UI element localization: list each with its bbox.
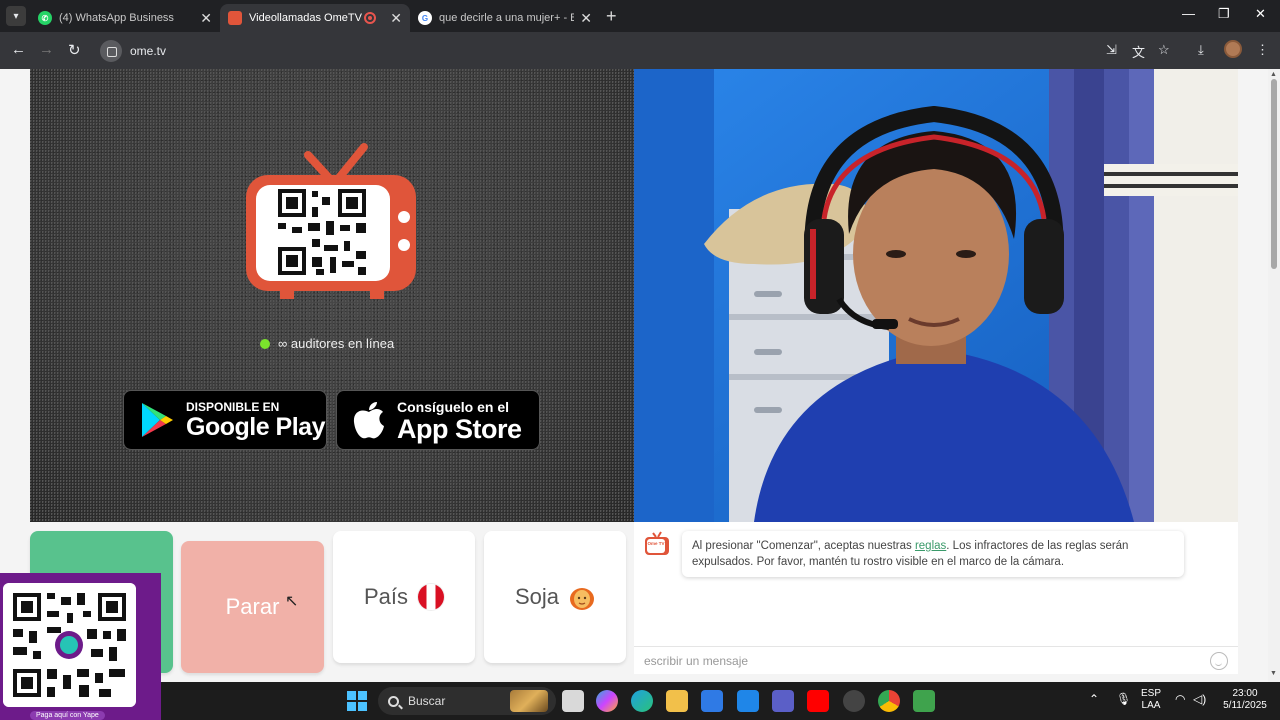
yape-qr-overlay: Paga aquí con Yape <box>0 573 161 720</box>
install-app-icon[interactable]: ⇲ <box>1106 42 1117 58</box>
scroll-thumb[interactable] <box>1271 79 1277 269</box>
google-play-big-text: Google Play <box>186 413 325 441</box>
self-camera-video <box>634 69 1238 522</box>
message-text-start: Al presionar "Comenzar", aceptas nuestra… <box>692 540 912 552</box>
system-message: Al presionar "Comenzar", aceptas nuestra… <box>682 531 1184 577</box>
google-play-icon <box>142 403 173 437</box>
scroll-down-icon[interactable]: ▼ <box>1270 670 1277 677</box>
stop-button[interactable]: Parar ↖ <box>181 541 324 673</box>
copilot-icon[interactable] <box>596 690 618 712</box>
clock-date: 5/11/2025 <box>1223 700 1267 711</box>
woman-emoji-icon <box>570 588 595 610</box>
emoji-picker-icon[interactable] <box>1210 652 1228 670</box>
ometv-chat-logo-icon: Ome TV <box>645 531 669 555</box>
download-icon[interactable]: ⤓ <box>1198 42 1204 58</box>
webcam-image <box>634 69 1238 522</box>
recording-icon <box>364 12 377 24</box>
chat-panel: Ome TV Al presionar "Comenzar", aceptas … <box>634 522 1238 674</box>
microphone-icon[interactable]: 🎙 <box>1116 693 1131 705</box>
ometv-tv-logo <box>246 143 416 299</box>
windows-taskbar: Buscar ⌃ 🎙 ESP LAA ◠ ◁) 23:00 5/11/2025 <box>161 682 1280 720</box>
forward-arrow-icon[interactable]: → <box>39 41 54 58</box>
translate-icon[interactable]: 文 <box>1132 42 1145 61</box>
chat-input-placeholder: escribir un mensaje <box>644 653 749 668</box>
tab-list-button[interactable]: ▾ <box>6 6 26 26</box>
store-icon[interactable] <box>701 690 723 712</box>
volume-icon[interactable]: ◁) <box>1193 693 1206 705</box>
minimize-icon[interactable]: — <box>1182 6 1195 21</box>
clock-time: 23:00 <box>1232 688 1258 699</box>
address-bar: ← → ↻ ome.tv ⇲ 文 ☆ ⤓ ⋮ <box>0 32 1280 69</box>
teams-icon[interactable] <box>772 690 794 712</box>
minecraft-icon[interactable] <box>913 690 935 712</box>
online-text: ∞ auditores en línea <box>278 336 395 351</box>
tab-whatsapp[interactable]: ✆ (4) WhatsApp Business ✕ <box>30 4 220 32</box>
stop-label: Parar <box>225 594 280 619</box>
ometv-icon <box>228 11 242 25</box>
close-window-icon[interactable]: ✕ <box>1255 6 1266 22</box>
tab-bar: ▾ ✆ (4) WhatsApp Business ✕ Videollamada… <box>0 0 1280 32</box>
menu-dots-icon[interactable]: ⋮ <box>1256 42 1269 58</box>
app-store-button[interactable]: Consíguelo en el App Store <box>336 390 540 450</box>
url-text: ome.tv <box>130 43 167 58</box>
tab-ometv[interactable]: Videollamadas OmeTV — A ✕ <box>220 4 410 32</box>
close-icon[interactable]: ✕ <box>390 10 402 27</box>
lang-line2: LAA <box>1141 700 1161 711</box>
file-explorer-icon[interactable] <box>666 690 688 712</box>
online-counter: ∞ auditores en línea <box>260 336 394 351</box>
profile-avatar[interactable] <box>1224 40 1242 58</box>
app-store-small-text: Consíguelo en el <box>397 398 510 415</box>
clock[interactable]: 23:00 5/11/2025 <box>1217 688 1273 712</box>
settings-gear-icon[interactable] <box>843 690 865 712</box>
restore-icon[interactable]: ❐ <box>1218 6 1230 22</box>
tab-title: (4) WhatsApp Business <box>59 12 174 24</box>
task-view-icon[interactable] <box>562 690 584 712</box>
back-arrow-icon[interactable]: ← <box>11 41 26 58</box>
close-icon[interactable]: ✕ <box>200 10 212 27</box>
new-tab-button[interactable]: + <box>606 6 617 27</box>
chat-message-input[interactable]: escribir un mensaje <box>634 646 1238 674</box>
country-filter-button[interactable]: País <box>333 531 475 663</box>
search-label: Buscar <box>408 694 446 708</box>
partner-video-panel: ∞ auditores en línea DISPONIBLE EN Googl… <box>30 69 634 522</box>
gender-filter-button[interactable]: Soja <box>484 531 626 663</box>
scrollbar[interactable]: ▲ ▼ <box>1268 69 1280 682</box>
windows-start-icon[interactable] <box>347 691 367 711</box>
taskbar-search[interactable]: Buscar <box>378 687 556 715</box>
site-info-icon[interactable] <box>100 39 122 62</box>
google-play-small-text: DISPONIBLE EN <box>186 400 280 414</box>
yape-caption: Paga aquí con Yape <box>30 711 105 720</box>
youtube-icon[interactable] <box>807 690 829 712</box>
online-status-dot <box>260 338 270 349</box>
scroll-up-icon[interactable]: ▲ <box>1270 71 1277 78</box>
tab-google-search[interactable]: G que decirle a una mujer+ - Busc ✕ <box>410 4 600 32</box>
omnibox[interactable]: ome.tv <box>96 37 1096 64</box>
mail-icon[interactable] <box>737 690 759 712</box>
search-highlight-image <box>510 690 548 712</box>
app-store-big-text: App Store <box>397 413 522 444</box>
language-indicator[interactable]: ESP LAA <box>1141 688 1161 712</box>
close-icon[interactable]: ✕ <box>580 10 592 27</box>
chevron-up-icon[interactable]: ⌃ <box>1089 693 1099 705</box>
country-label: País <box>363 584 409 609</box>
reload-icon[interactable]: ↻ <box>68 41 81 59</box>
peru-flag-icon <box>418 584 445 610</box>
bookmark-star-icon[interactable]: ☆ <box>1158 42 1170 58</box>
mouse-cursor-icon: ↖ <box>285 593 299 610</box>
google-icon: G <box>418 11 432 25</box>
search-icon <box>388 695 399 707</box>
wifi-icon[interactable]: ◠ <box>1175 693 1185 705</box>
edge-icon[interactable] <box>631 690 653 712</box>
chrome-icon[interactable] <box>878 690 900 712</box>
whatsapp-icon: ✆ <box>38 11 52 25</box>
tab-title: que decirle a una mujer+ - Busc <box>439 12 575 24</box>
gender-label: Soja <box>514 584 560 609</box>
rules-link[interactable]: reglas <box>915 540 946 552</box>
apple-icon <box>353 402 384 439</box>
google-play-button[interactable]: DISPONIBLE EN Google Play <box>123 390 327 450</box>
chat-logo-text: Ome TV <box>647 541 664 546</box>
tab-title: Videollamadas OmeTV — A <box>249 12 364 24</box>
lang-line1: ESP <box>1141 688 1162 699</box>
yape-qr-code <box>3 583 136 707</box>
